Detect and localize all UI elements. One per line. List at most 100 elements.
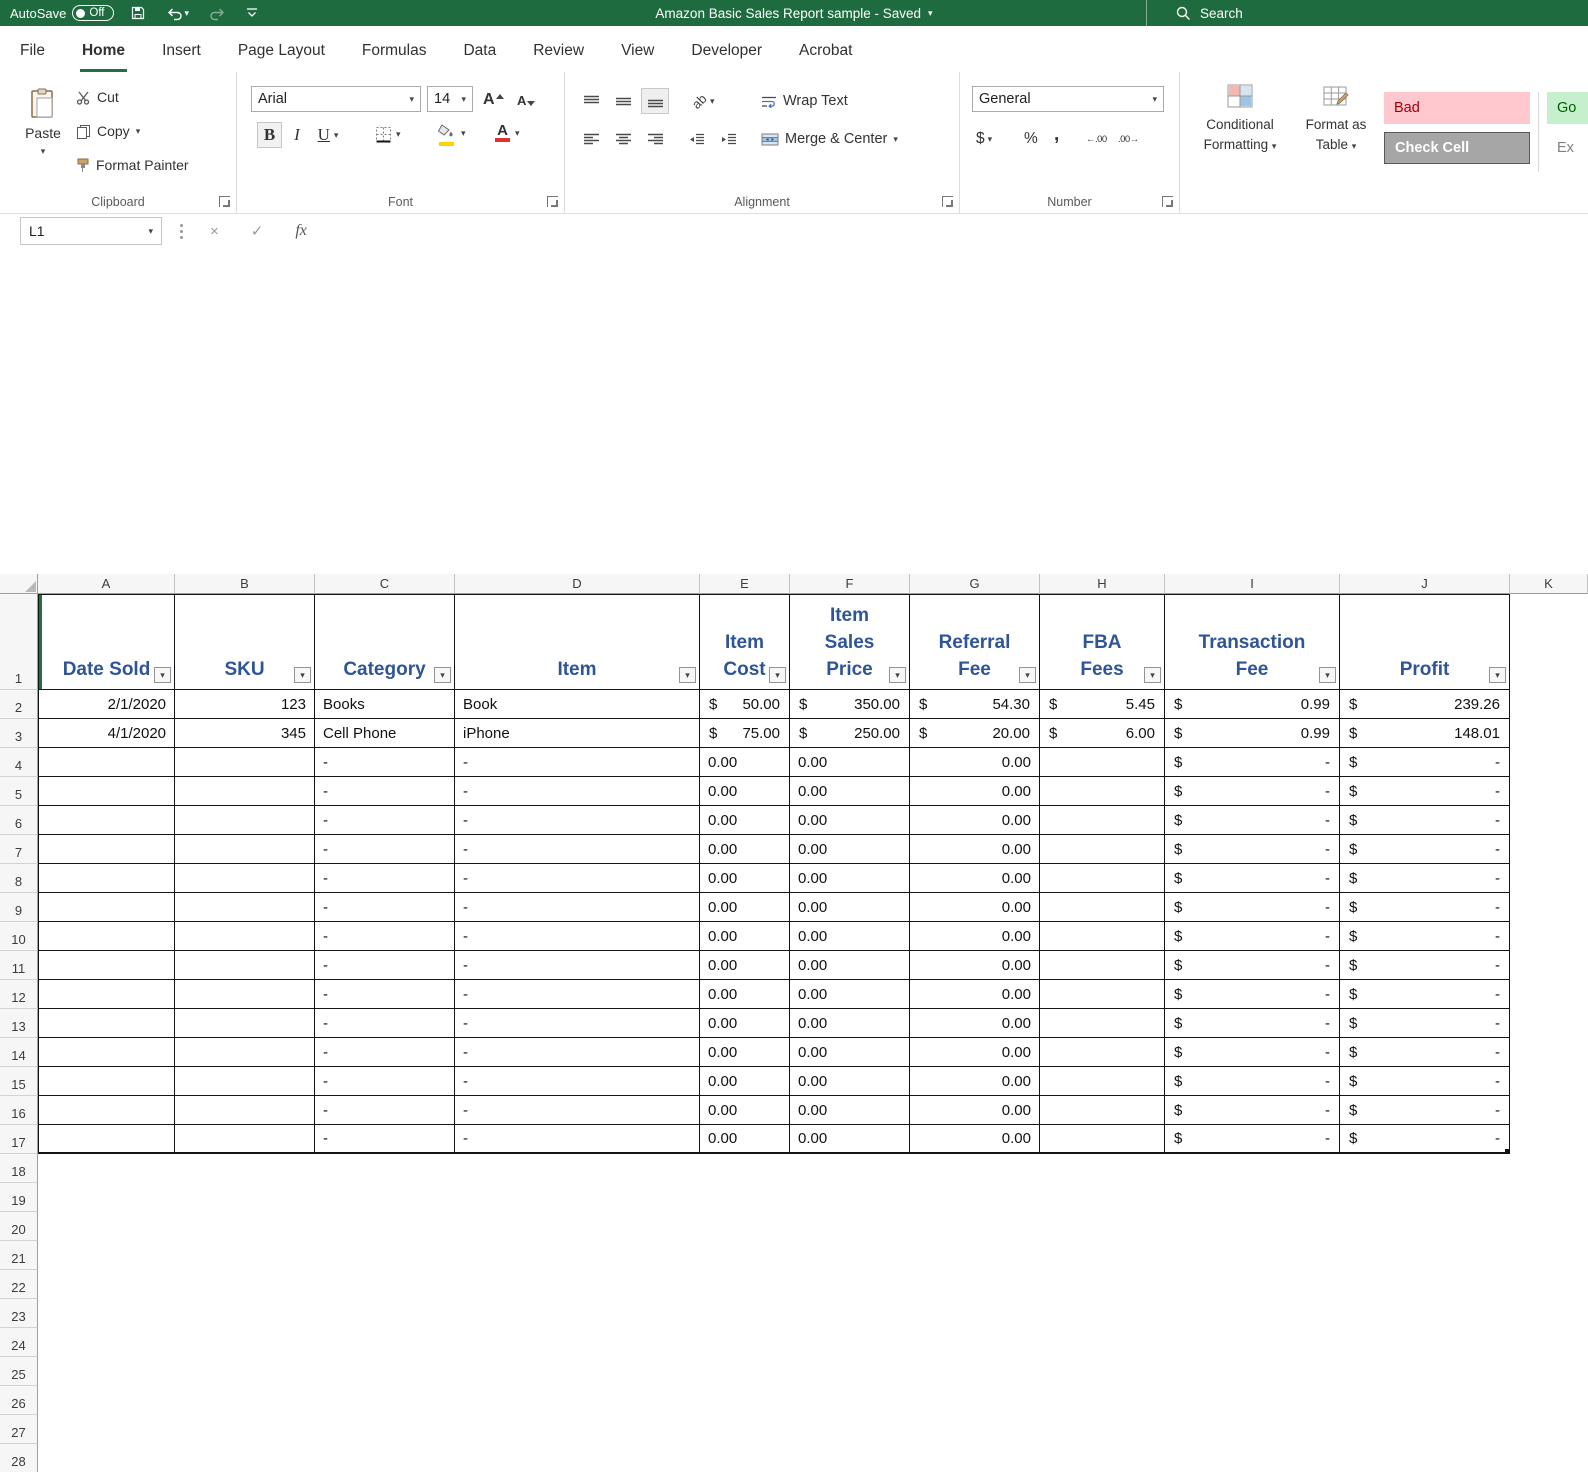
cell-E13[interactable]: 0.00 <box>700 1009 790 1038</box>
cell-E14[interactable]: 0.00 <box>700 1038 790 1067</box>
row-header-4[interactable]: 4 <box>0 748 38 777</box>
cell-B2[interactable]: 123 <box>175 690 315 719</box>
cell-G8[interactable]: 0.00 <box>910 864 1040 893</box>
column-header-J[interactable]: J <box>1340 574 1510 594</box>
cell-F7[interactable]: 0.00 <box>790 835 910 864</box>
filter-button-I[interactable]: ▾ <box>1319 667 1336 683</box>
filter-button-H[interactable]: ▾ <box>1144 667 1161 683</box>
italic-button[interactable]: I <box>287 122 307 148</box>
cell-A9[interactable] <box>38 893 175 922</box>
column-header-H[interactable]: H <box>1040 574 1165 594</box>
cell-J8[interactable]: $- <box>1340 864 1510 893</box>
insert-function-button[interactable]: fx <box>286 222 316 240</box>
cell-D9[interactable]: - <box>455 893 700 922</box>
cell-G12[interactable]: 0.00 <box>910 980 1040 1009</box>
cell-J16[interactable]: $- <box>1340 1096 1510 1125</box>
middle-align-button[interactable] <box>609 88 637 114</box>
increase-indent-button[interactable] <box>715 126 743 152</box>
cell-H15[interactable] <box>1040 1067 1165 1096</box>
column-header-B[interactable]: B <box>175 574 315 594</box>
cell-H14[interactable] <box>1040 1038 1165 1067</box>
merge-center-button[interactable]: Merge & Center ▾ <box>761 126 898 152</box>
cell-I11[interactable]: $- <box>1165 951 1340 980</box>
font-name-select[interactable]: Arial ▾ <box>251 86 421 112</box>
row-header-22[interactable]: 22 <box>0 1270 38 1299</box>
cell-C6[interactable]: - <box>315 806 455 835</box>
cell-I9[interactable]: $- <box>1165 893 1340 922</box>
cell-F5[interactable]: 0.00 <box>790 777 910 806</box>
cell-F8[interactable]: 0.00 <box>790 864 910 893</box>
confirm-entry-button[interactable]: ✓ <box>242 222 273 240</box>
accounting-format-button[interactable]: $ ▾ <box>976 126 992 152</box>
cell-A14[interactable] <box>38 1038 175 1067</box>
cell-G5[interactable]: 0.00 <box>910 777 1040 806</box>
row-header-26[interactable]: 26 <box>0 1386 38 1415</box>
bottom-align-button[interactable] <box>641 88 669 114</box>
increase-decimal-button[interactable]: ←.00 <box>1086 126 1107 152</box>
cell-F10[interactable]: 0.00 <box>790 922 910 951</box>
copy-button[interactable]: Copy ▾ <box>76 118 189 144</box>
cell-C7[interactable]: - <box>315 835 455 864</box>
cell-I14[interactable]: $- <box>1165 1038 1340 1067</box>
cell-H9[interactable] <box>1040 893 1165 922</box>
cell-C2[interactable]: Books <box>315 690 455 719</box>
cell-B6[interactable] <box>175 806 315 835</box>
filter-button-J[interactable]: ▾ <box>1489 667 1506 683</box>
cell-A10[interactable] <box>38 922 175 951</box>
row-header-6[interactable]: 6 <box>0 806 38 835</box>
cell-D3[interactable]: iPhone <box>455 719 700 748</box>
style-explanatory-clipped[interactable]: Ex <box>1547 132 1588 164</box>
ribbon-tab-review[interactable]: Review <box>531 42 586 72</box>
wrap-text-button[interactable]: Wrap Text <box>761 88 848 114</box>
cell-J14[interactable]: $- <box>1340 1038 1510 1067</box>
cell-F15[interactable]: 0.00 <box>790 1067 910 1096</box>
name-box[interactable]: L1 ▾ <box>20 217 162 245</box>
cell-G3[interactable]: $20.00 <box>910 719 1040 748</box>
row-header-12[interactable]: 12 <box>0 980 38 1009</box>
cell-I10[interactable]: $- <box>1165 922 1340 951</box>
cell-A2[interactable]: 2/1/2020 <box>38 690 175 719</box>
cell-J12[interactable]: $- <box>1340 980 1510 1009</box>
cell-B9[interactable] <box>175 893 315 922</box>
cell-F12[interactable]: 0.00 <box>790 980 910 1009</box>
cell-E1[interactable]: Item Cost▾ <box>700 594 790 690</box>
cell-C8[interactable]: - <box>315 864 455 893</box>
column-header-G[interactable]: G <box>910 574 1040 594</box>
cell-B12[interactable] <box>175 980 315 1009</box>
cell-J2[interactable]: $239.26 <box>1340 690 1510 719</box>
cell-B8[interactable] <box>175 864 315 893</box>
decrease-decimal-button[interactable]: .00→ <box>1118 126 1139 152</box>
cell-I5[interactable]: $- <box>1165 777 1340 806</box>
cell-H11[interactable] <box>1040 951 1165 980</box>
row-header-14[interactable]: 14 <box>0 1038 38 1067</box>
row-header-18[interactable]: 18 <box>0 1154 38 1183</box>
cell-C14[interactable]: - <box>315 1038 455 1067</box>
cancel-entry-button[interactable]: × <box>201 223 228 240</box>
cell-C15[interactable]: - <box>315 1067 455 1096</box>
select-all-corner[interactable] <box>0 574 38 594</box>
cell-H10[interactable] <box>1040 922 1165 951</box>
cell-B14[interactable] <box>175 1038 315 1067</box>
quick-access-toolbar-button[interactable] <box>242 8 262 18</box>
cell-F9[interactable]: 0.00 <box>790 893 910 922</box>
row-header-11[interactable]: 11 <box>0 951 38 980</box>
cell-I15[interactable]: $- <box>1165 1067 1340 1096</box>
cell-D10[interactable]: - <box>455 922 700 951</box>
cell-J1[interactable]: Profit▾ <box>1340 594 1510 690</box>
number-format-select[interactable]: General ▾ <box>972 86 1164 112</box>
style-good-clipped[interactable]: Go <box>1547 92 1588 124</box>
cell-C13[interactable]: - <box>315 1009 455 1038</box>
cell-J7[interactable]: $- <box>1340 835 1510 864</box>
font-size-select[interactable]: 14 ▾ <box>427 86 473 112</box>
increase-font-size-button[interactable]: A <box>483 88 504 112</box>
cell-F13[interactable]: 0.00 <box>790 1009 910 1038</box>
cell-A8[interactable] <box>38 864 175 893</box>
row-header-5[interactable]: 5 <box>0 777 38 806</box>
row-header-23[interactable]: 23 <box>0 1299 38 1328</box>
row-header-3[interactable]: 3 <box>0 719 38 748</box>
cell-B13[interactable] <box>175 1009 315 1038</box>
cell-F16[interactable]: 0.00 <box>790 1096 910 1125</box>
row-header-20[interactable]: 20 <box>0 1212 38 1241</box>
ribbon-tab-view[interactable]: View <box>619 42 656 72</box>
cell-H17[interactable] <box>1040 1125 1165 1154</box>
